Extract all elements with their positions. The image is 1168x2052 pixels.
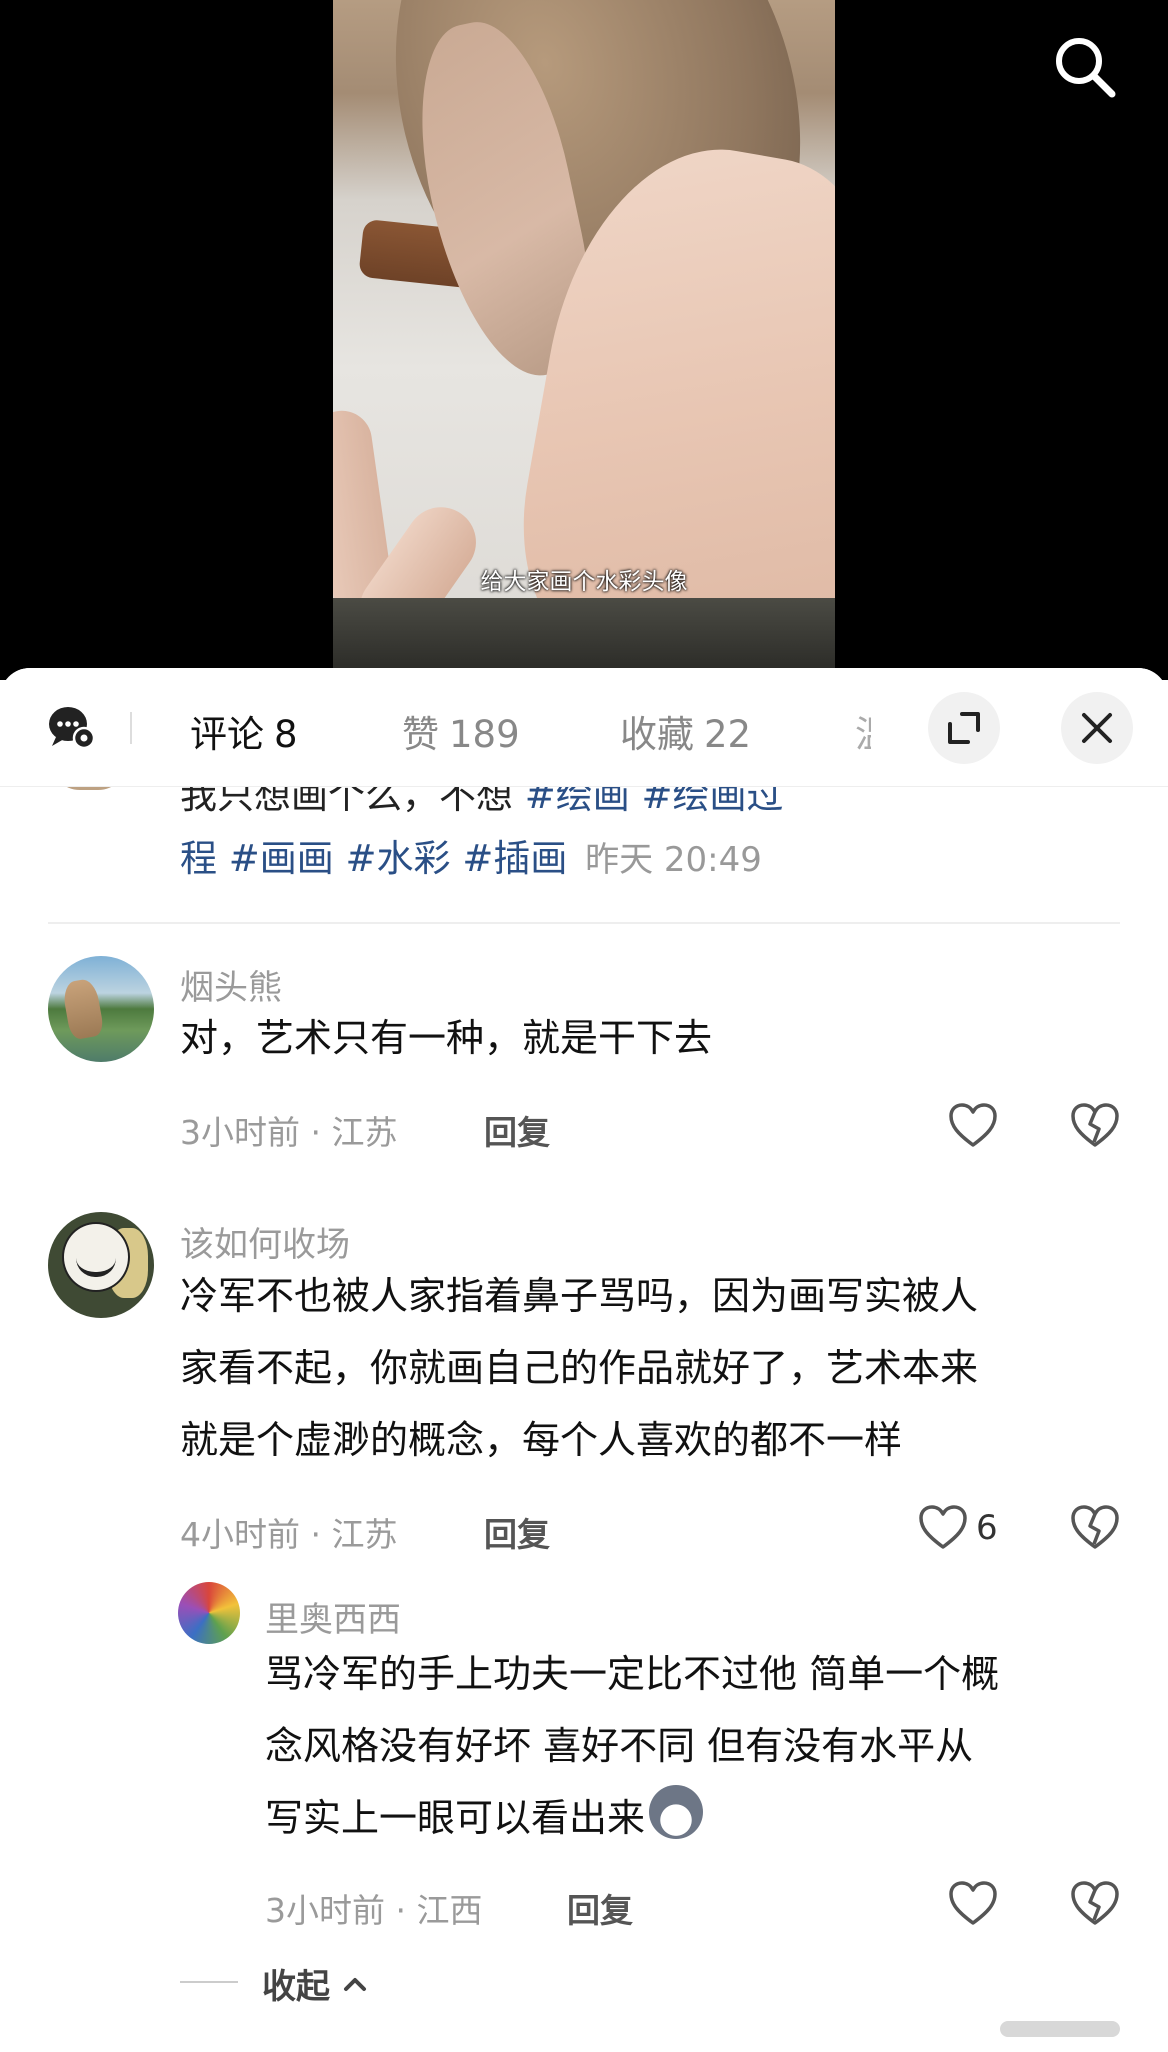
tab-more[interactable]: 温 [855, 704, 871, 750]
chevron-up-icon [343, 1978, 366, 1991]
comment-meta: 4小时前 · 江苏 [180, 1515, 398, 1554]
avatar-face [62, 1222, 130, 1292]
reply-text-line: 念风格没有好坏 喜好不同 但有没有水平从 [265, 1724, 974, 1768]
video-subtitle: 给大家画个水彩头像 [480, 569, 688, 595]
heart-icon[interactable] [948, 1102, 998, 1148]
comment-username[interactable]: 该如何收场 [180, 1217, 350, 1266]
reply-text-line: 骂冷军的手上功夫一定比不过他 简单一个概 [265, 1652, 1000, 1696]
heart-icon[interactable] [918, 1504, 968, 1550]
close-icon [1082, 713, 1112, 743]
divider [48, 922, 1120, 924]
comment-text-line: 冷军不也被人家指着鼻子骂吗，因为画写实被人 [180, 1274, 979, 1318]
dog-emoji-icon [649, 1785, 704, 1839]
reply-meta: 3小时前 · 江西 [265, 1891, 483, 1930]
comments-tab-bar: 评论8 赞189 收藏22 温 [0, 668, 1168, 787]
like-count: 6 [976, 1508, 998, 1548]
video-bottom-shadow [333, 598, 835, 668]
avatar[interactable] [178, 1582, 240, 1644]
video-player[interactable]: 给大家画个水彩头像 [0, 0, 1168, 680]
tab-favorites[interactable]: 收藏 22 [620, 704, 751, 758]
hashtag[interactable]: #画画 [229, 837, 334, 880]
hashtag[interactable]: #水彩 [346, 837, 451, 880]
comment-text-line: 就是个虚渺的概念，每个人喜欢的都不一样 [180, 1418, 903, 1462]
comment-text-line: 家看不起，你就画自己的作品就好了，艺术本来 [180, 1346, 979, 1390]
avatar-duck [61, 977, 105, 1041]
tab-divider [130, 712, 132, 744]
watermark [1000, 2021, 1120, 2037]
heart-icon[interactable] [948, 1880, 998, 1926]
avatar[interactable] [48, 1212, 154, 1318]
reply-button[interactable]: 回复 [484, 1508, 550, 1556]
collapse-divider [180, 1981, 238, 1983]
close-button[interactable] [1061, 692, 1133, 764]
tab-likes[interactable]: 赞 189 [402, 704, 520, 758]
comment-text: 对，艺术只有一种，就是干下去 [180, 1016, 713, 1060]
dislike-icon[interactable] [1070, 1102, 1120, 1148]
expand-button[interactable] [928, 692, 1000, 764]
reply-username[interactable]: 里奥西西 [265, 1592, 401, 1641]
dislike-icon[interactable] [1070, 1504, 1120, 1550]
expand-icon [948, 712, 980, 744]
comments-panel: 我只想画个么，不想 #绘画 #绘画过 程 #画画 #水彩 #插画 昨天 20:4… [0, 668, 1168, 2052]
collapse-button[interactable]: 收起 [262, 1959, 368, 2008]
avatar[interactable] [48, 956, 154, 1062]
reply-button[interactable]: 回复 [484, 1106, 550, 1154]
post-time: 昨天 20:49 [585, 840, 762, 880]
dislike-icon[interactable] [1070, 1880, 1120, 1926]
search-icon[interactable] [1050, 32, 1120, 102]
reply-button[interactable]: 回复 [567, 1884, 633, 1932]
reply-text-line: 写实上一眼可以看出来 [265, 1782, 704, 1854]
chat-settings-icon[interactable] [48, 704, 96, 750]
comment-meta: 3小时前 · 江苏 [180, 1113, 398, 1152]
hashtag[interactable]: #插画 [462, 837, 567, 880]
post-caption-text: 程 [180, 837, 217, 880]
tab-comments[interactable]: 评论 8 [190, 704, 298, 758]
post-caption: 程 #画画 #水彩 #插画 昨天 20:49 [180, 828, 762, 882]
